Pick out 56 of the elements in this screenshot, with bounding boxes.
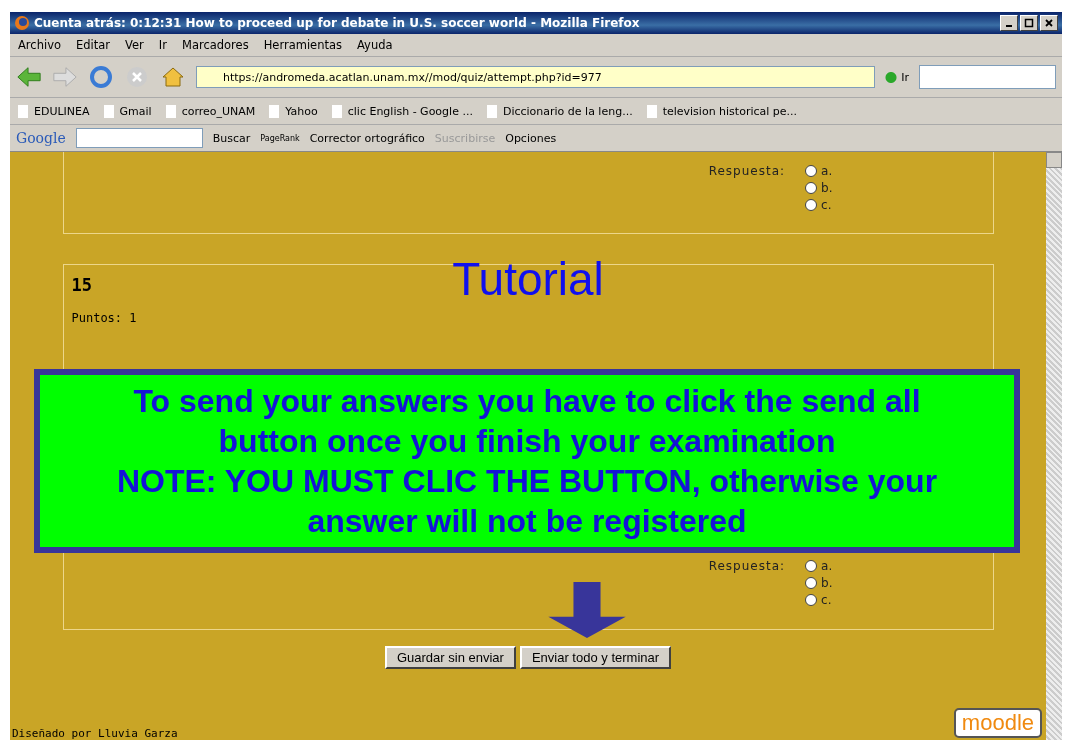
bookmark-link[interactable]: Diccionario de la leng... xyxy=(486,104,633,118)
menu-item[interactable]: Herramientas xyxy=(263,38,342,52)
scrollbar[interactable] xyxy=(1046,152,1062,740)
maximize-icon xyxy=(1024,18,1034,28)
option-label: a. xyxy=(821,164,833,178)
tutorial-note: To send your answers you have to click the send all button once you finish your examination NOTE: YOU MUST CLIC THE BUTTON, otherwise your answer will not be registered xyxy=(34,369,1020,553)
menu-item[interactable]: Ir xyxy=(158,38,167,52)
menu-item[interactable]: Ayuda xyxy=(357,38,393,52)
bookmark-link[interactable]: clic English - Google ... xyxy=(331,104,473,118)
answer-label: Respuesta: xyxy=(708,164,786,180)
menu-item[interactable]: Marcadores xyxy=(181,38,249,52)
radio-button[interactable] xyxy=(805,594,818,606)
form-button[interactable]: Enviar todo y terminar xyxy=(519,646,672,669)
radio-button[interactable] xyxy=(805,165,818,177)
address-field[interactable]: https://andromeda.acatlan.unam.mx//mod/quiz/attempt.php?id=977 xyxy=(196,66,876,88)
down-arrow-icon xyxy=(547,582,627,640)
menu-item[interactable]: Editar xyxy=(76,38,111,52)
radio-button[interactable] xyxy=(805,182,818,194)
option-label: b. xyxy=(821,181,833,195)
bookmark-link[interactable]: correo_UNAM xyxy=(165,104,256,118)
close-button[interactable] xyxy=(1040,15,1058,31)
credit-text: Diseñado por Lluvia Garza xyxy=(12,727,178,740)
option-label: c. xyxy=(821,593,832,607)
close-icon xyxy=(1044,18,1054,28)
form-button[interactable]: Guardar sin enviar xyxy=(384,646,516,669)
pagerank-label: PageRank xyxy=(260,133,300,143)
option-label: b. xyxy=(821,576,833,590)
minimize-icon xyxy=(1006,25,1012,27)
bookmark-link[interactable]: Yahoo xyxy=(269,104,318,118)
question-number: 15 xyxy=(71,275,92,295)
bookmark-link[interactable]: EDULINEA xyxy=(18,104,90,118)
menu-item[interactable]: Ver xyxy=(125,38,144,52)
options-button[interactable]: Opciones xyxy=(505,131,557,145)
maximize-button[interactable] xyxy=(1020,15,1038,31)
menu-item[interactable]: Archivo xyxy=(18,38,61,52)
radio-button[interactable] xyxy=(805,560,818,572)
spell-check-button[interactable]: Corrector ortográfico xyxy=(309,131,425,145)
search-button[interactable]: Buscar xyxy=(212,131,251,145)
window-title: Cuenta atrás: 0:12:31 How to proceed up for debate in U.S. soccer world - Mozilla Firefox xyxy=(34,16,641,30)
radio-button[interactable] xyxy=(805,199,818,211)
go-button[interactable]: Ir xyxy=(885,70,909,84)
minimize-button[interactable] xyxy=(1000,15,1018,31)
option-label: c. xyxy=(821,198,832,212)
tutorial-title: Tutorial xyxy=(452,252,604,306)
google-logo: Google xyxy=(16,130,66,146)
bookmark-link[interactable]: Gmail xyxy=(103,104,152,118)
bookmark-link[interactable]: television historical pe... xyxy=(646,104,798,118)
back-arrow-icon[interactable] xyxy=(16,65,42,89)
search-field[interactable] xyxy=(919,65,1056,89)
option-label: a. xyxy=(821,559,833,573)
search-field[interactable] xyxy=(75,128,203,148)
points-label: Puntos: 1 xyxy=(71,311,137,325)
reload-icon[interactable] xyxy=(88,65,114,89)
browser-logo-icon xyxy=(14,15,30,31)
radio-button[interactable] xyxy=(805,577,818,589)
answer-label: Respuesta: xyxy=(708,559,786,575)
